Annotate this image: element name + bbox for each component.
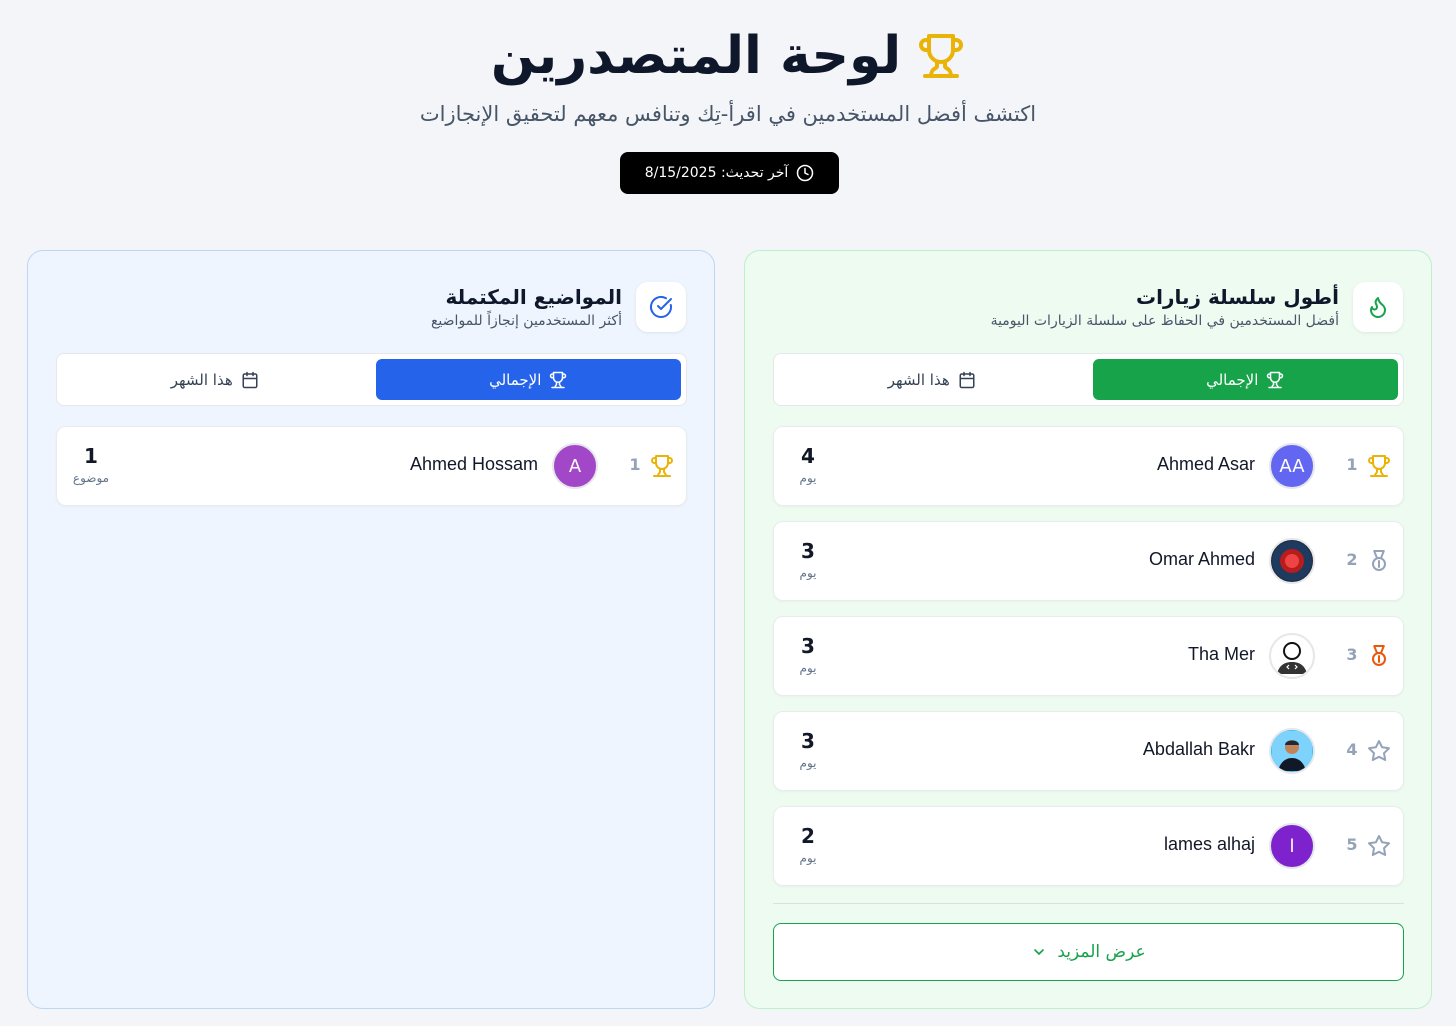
clock-icon <box>797 164 814 182</box>
trophy-icon <box>1368 455 1390 477</box>
tab-month-label: هذا الشهر <box>887 370 950 389</box>
topics-panel-header: المواضيع المكتملة أكثر المستخدمين إنجازا… <box>431 281 686 333</box>
page-header: لوحة المتصدرين <box>0 24 1456 88</box>
trophy-icon <box>1267 371 1284 388</box>
score-value: 1 <box>84 444 98 468</box>
tab-month[interactable]: هذا الشهر <box>779 359 1085 400</box>
star-icon <box>1368 740 1390 761</box>
calendar-icon <box>242 371 258 388</box>
avatar <box>1269 538 1315 584</box>
user-name: Tha Mer <box>1187 644 1255 664</box>
avatar: AA <box>1269 443 1315 489</box>
tab-total[interactable]: الإجمالي <box>375 359 681 400</box>
user-name: Abdallah Bakr <box>1142 739 1255 759</box>
user-name: Ahmed Hossam <box>409 454 538 474</box>
user-name: Ahmed Asar <box>1156 454 1255 474</box>
divider <box>773 903 1404 904</box>
score: 4 يوم <box>788 443 828 487</box>
calendar-icon <box>959 371 975 388</box>
tab-total-label: الإجمالي <box>489 370 542 389</box>
score-value: 3 <box>801 729 815 753</box>
chevron-down-icon <box>1034 949 1045 955</box>
show-more-label: عرض المزيد <box>1057 942 1146 962</box>
page-title: لوحة المتصدرين <box>490 26 902 86</box>
medal-icon <box>1372 645 1386 666</box>
avatar <box>1269 728 1315 774</box>
streak-panel-subtitle: أفضل المستخدمين في الحفاظ على سلسلة الزي… <box>990 313 1339 329</box>
avatar-initials: AA <box>1279 455 1305 477</box>
rank-number: 3 <box>1346 645 1358 664</box>
score-value: 3 <box>801 539 815 563</box>
topics-tabs: الإجمالي هذا الشهر <box>56 353 687 406</box>
score-unit: يوم <box>799 661 817 675</box>
score-value: 4 <box>801 444 815 468</box>
score: 3 يوم <box>788 728 828 772</box>
leaderboard-row[interactable]: 2 Omar Ahmed 3 يوم <box>773 521 1404 601</box>
leaderboard-row[interactable]: 4 Abdallah Bakr 3 يوم <box>773 711 1404 791</box>
topics-panel: المواضيع المكتملة أكثر المستخدمين إنجازا… <box>27 250 715 1009</box>
rank-number: 4 <box>1346 740 1358 759</box>
score-value: 3 <box>801 634 815 658</box>
tab-month-label: هذا الشهر <box>170 370 233 389</box>
score: 1 موضوع <box>71 443 111 487</box>
score-value: 2 <box>801 824 815 848</box>
score-unit: يوم <box>799 566 817 580</box>
show-more-button[interactable]: عرض المزيد <box>773 923 1404 981</box>
avatar <box>1269 633 1315 679</box>
avatar-initials: l <box>1289 835 1295 857</box>
avatar-initials: A <box>568 455 582 477</box>
score: 3 يوم <box>788 633 828 677</box>
medal-icon <box>1372 550 1386 571</box>
score: 3 يوم <box>788 538 828 582</box>
avatar-image <box>1272 541 1312 581</box>
score-unit: يوم <box>799 756 817 770</box>
streak-tabs: الإجمالي هذا الشهر <box>773 353 1404 406</box>
leaderboard-row[interactable]: 3 Tha Mer 3 يوم <box>773 616 1404 696</box>
streak-panel-title: أطول سلسلة زيارات <box>1136 285 1339 309</box>
avatar-image <box>1272 731 1312 771</box>
rank-number: 2 <box>1346 550 1358 569</box>
streak-panel-header: أطول سلسلة زيارات أفضل المستخدمين في الح… <box>991 281 1403 333</box>
rank-number: 1 <box>629 455 641 474</box>
check-circle-icon <box>636 282 686 332</box>
leaderboard-row[interactable]: 1 A Ahmed Hossam 1 موضوع <box>56 426 687 506</box>
score-unit: يوم <box>799 471 817 485</box>
rank-number: 5 <box>1346 835 1358 854</box>
trophy-icon <box>919 34 964 78</box>
flame-icon <box>1353 282 1403 332</box>
tab-total-label: الإجمالي <box>1206 370 1259 389</box>
leaderboard-row[interactable]: 1 AA Ahmed Asar 4 يوم <box>773 426 1404 506</box>
score-unit: يوم <box>799 851 817 865</box>
user-name: lames alhaj <box>1163 834 1255 854</box>
score-unit: موضوع <box>72 471 110 485</box>
avatar-image <box>1277 642 1307 674</box>
score: 2 يوم <box>788 823 828 867</box>
last-updated-badge: آخر تحديث: 8/15/2025 <box>620 152 839 194</box>
last-updated-text: آخر تحديث: 8/15/2025 <box>644 165 789 181</box>
streak-panel: أطول سلسلة زيارات أفضل المستخدمين في الح… <box>744 250 1432 1009</box>
trophy-icon <box>550 371 567 388</box>
trophy-icon <box>651 455 673 477</box>
user-name: Omar Ahmed <box>1148 549 1255 569</box>
avatar: A <box>552 443 598 489</box>
tab-total[interactable]: الإجمالي <box>1092 359 1398 400</box>
leaderboard-row[interactable]: 5 l lames alhaj 2 يوم <box>773 806 1404 886</box>
topics-panel-title: المواضيع المكتملة <box>445 285 622 309</box>
star-icon <box>1368 835 1390 856</box>
topics-panel-subtitle: أكثر المستخدمين إنجازاً للمواضيع <box>430 313 622 329</box>
tab-month[interactable]: هذا الشهر <box>62 359 368 400</box>
page-subtitle: اكتشف أفضل المستخدمين في اقرأ-تِك وتنافس… <box>419 102 1037 126</box>
avatar: l <box>1269 823 1315 869</box>
rank-number: 1 <box>1346 455 1358 474</box>
